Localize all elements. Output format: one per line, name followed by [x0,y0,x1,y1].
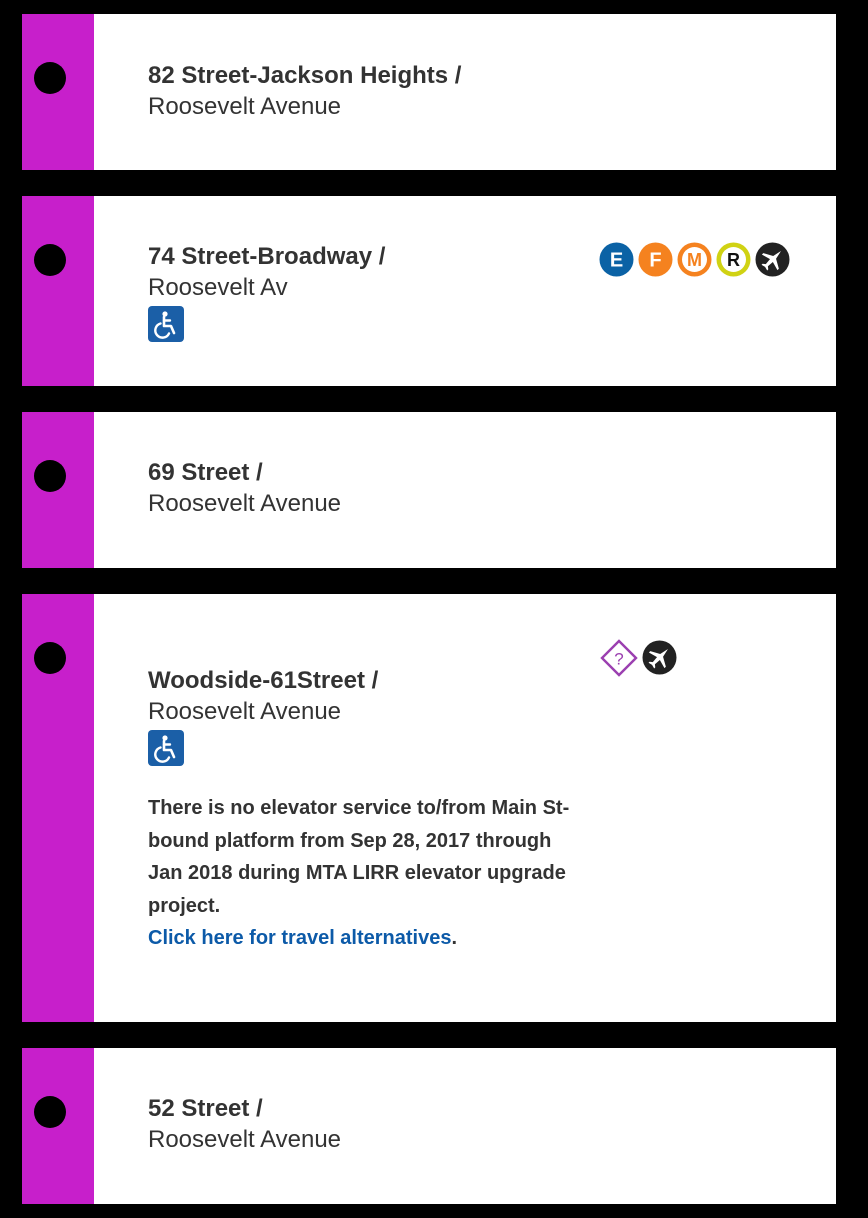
airport-icon[interactable] [755,242,790,277]
transfer-icons: E F M R [599,242,790,277]
station-info: Woodside-61Street / Roosevelt Avenue The… [148,665,588,955]
station-info: 52 Street / Roosevelt Avenue [148,1093,588,1155]
station-row-82-street: 82 Street-Jackson Heights / Roosevelt Av… [22,14,836,170]
subway-line-strip [22,1048,94,1204]
station-info: 69 Street / Roosevelt Avenue [148,457,588,519]
wheelchair-accessible-icon [148,306,184,342]
elevator-outage-notice: There is no elevator service to/from Mai… [148,792,588,955]
stop-dot-icon [34,460,66,492]
station-row-74-street: 74 Street-Broadway / Roosevelt Av E F M … [22,196,836,386]
station-row-woodside-61-street: Woodside-61Street / Roosevelt Avenue The… [22,594,836,1022]
station-row-69-street: 69 Street / Roosevelt Avenue [22,412,836,568]
svg-text:M: M [687,250,702,270]
svg-text:F: F [649,250,661,272]
transfer-icons: ? [600,639,677,677]
stop-dot-icon [34,244,66,276]
station-street: Roosevelt Avenue [148,490,342,517]
station-name: Woodside-61Street / [148,667,379,694]
station-name: 82 Street-Jackson Heights / [148,62,462,89]
stop-dot-icon [34,642,66,674]
station-name: 52 Street / [148,1095,263,1122]
route-f-icon[interactable]: F [638,242,673,277]
route-e-icon[interactable]: E [599,242,634,277]
route-m-icon[interactable]: M [677,242,712,277]
station-name: 74 Street-Broadway / [148,243,386,270]
bus-stop-diamond-icon[interactable]: ? [600,639,638,677]
svg-text:?: ? [614,650,623,669]
subway-line-strip [22,594,94,1022]
subway-line-strip [22,412,94,568]
subway-line-strip [22,196,94,386]
notice-text: There is no elevator service to/from Mai… [148,797,570,917]
svg-text:E: E [610,250,623,272]
wheelchair-accessible-icon [148,730,184,766]
station-street: Roosevelt Avenue [148,698,342,725]
station-info: 82 Street-Jackson Heights / Roosevelt Av… [148,60,588,122]
station-street: Roosevelt Avenue [148,1126,342,1153]
station-street: Roosevelt Avenue [148,93,342,120]
stop-dot-icon [34,1096,66,1128]
airport-icon[interactable] [642,640,677,675]
station-street: Roosevelt Av [148,274,288,301]
subway-line-strip [22,14,94,170]
station-row-52-street: 52 Street / Roosevelt Avenue [22,1048,836,1204]
route-r-icon[interactable]: R [716,242,751,277]
notice-link-suffix: . [451,927,458,949]
travel-alternatives-link[interactable]: Click here for travel alternatives [148,927,451,949]
svg-text:R: R [727,250,740,270]
stop-dot-icon [34,62,66,94]
station-name: 69 Street / [148,459,263,486]
station-info: 74 Street-Broadway / Roosevelt Av [148,241,588,342]
